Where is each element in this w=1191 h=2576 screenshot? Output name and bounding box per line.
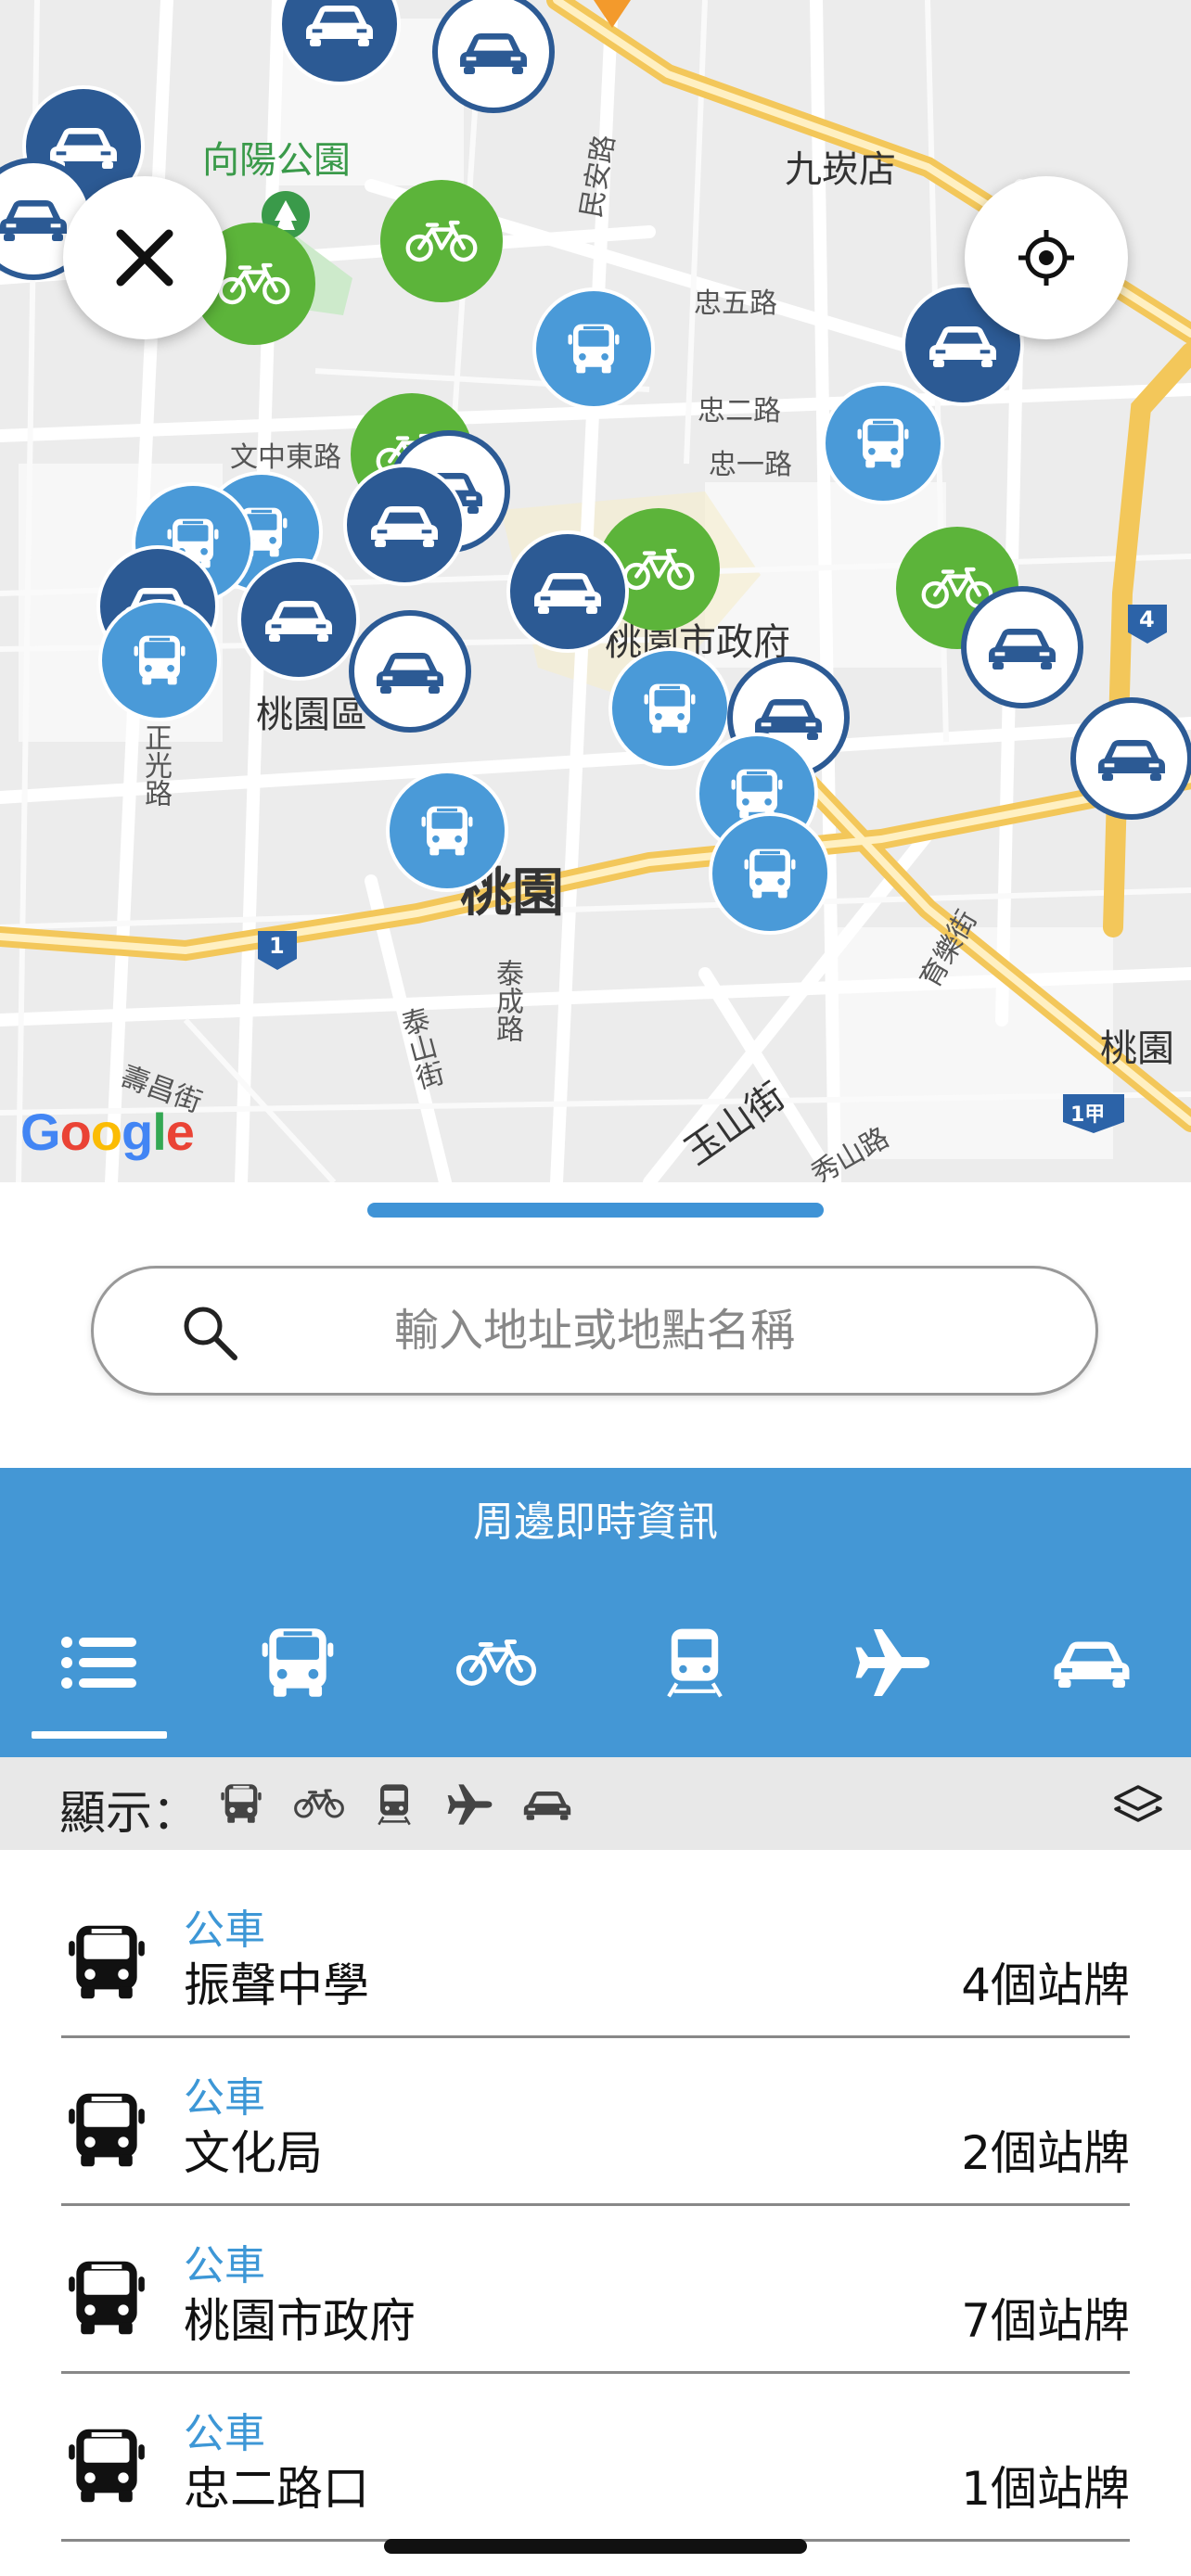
map-marker-car[interactable] — [506, 530, 629, 653]
map-label-park: 向陽公園 — [202, 139, 351, 182]
bus-icon — [416, 800, 478, 861]
list-item-name: 桃園市政府 — [184, 2294, 416, 2348]
bike-icon — [404, 218, 479, 264]
map-marker-car[interactable] — [237, 558, 360, 681]
tab-train[interactable] — [596, 1588, 794, 1737]
car-icon — [456, 27, 531, 77]
map-label-zhongwu: 忠五路 — [694, 287, 777, 320]
list-item-count: 7個站牌 — [961, 2294, 1130, 2348]
list-item-name: 文化局 — [184, 2126, 323, 2180]
tab-bus[interactable] — [198, 1588, 397, 1737]
car-icon — [531, 567, 605, 617]
bus-icon — [61, 2085, 152, 2175]
locate-icon — [1018, 230, 1074, 286]
list-item[interactable]: 公車 振聲中學 4個站牌 — [61, 1868, 1130, 2038]
map-marker-bus[interactable] — [386, 770, 508, 892]
map-label-taicheng: 泰成路 — [491, 959, 523, 1042]
sheet-drag-handle[interactable] — [367, 1203, 824, 1218]
map-label-taoyuanqu: 桃園區 — [256, 694, 367, 736]
home-indicator[interactable] — [384, 2539, 807, 2554]
tab-flight[interactable] — [794, 1588, 992, 1737]
tab-all[interactable] — [0, 1588, 198, 1737]
map-marker-car[interactable] — [1070, 697, 1191, 820]
map-view[interactable]: 向陽公園 九崁店 民安路 忠五路 忠二路 忠一路 文中東路 桃園市政府 桃園區 … — [0, 0, 1191, 1182]
train-icon — [656, 1621, 734, 1704]
bus-icon[interactable] — [217, 1779, 265, 1828]
bike-icon — [455, 1637, 538, 1689]
search-input[interactable]: 輸入地址或地點名稱 — [91, 1266, 1098, 1396]
car-icon[interactable] — [521, 1787, 573, 1822]
car-icon — [373, 646, 447, 696]
locate-me-button[interactable] — [965, 176, 1128, 339]
panel-title: 周邊即時資訊 — [473, 1498, 718, 1546]
list-item-count: 4個站牌 — [961, 1958, 1130, 2012]
display-filter-bar: 顯示： — [0, 1757, 1191, 1850]
car-icon — [1050, 1635, 1133, 1690]
list-icon — [61, 1637, 136, 1689]
map-marker-bus[interactable] — [98, 599, 221, 721]
list-item-type: 公車 — [184, 2410, 265, 2457]
list-item-count: 2個站牌 — [961, 2126, 1130, 2180]
list-item-name: 忠二路口 — [184, 2462, 369, 2516]
map-label-zhengguang: 正光路 — [139, 723, 172, 807]
bus-icon — [255, 1620, 340, 1705]
map-label-taoyuan-right: 桃園 — [1100, 1027, 1174, 1070]
bus-icon — [563, 318, 624, 379]
list-item[interactable]: 公車 桃園市政府 7個站牌 — [61, 2204, 1130, 2374]
car-icon — [367, 500, 442, 550]
bus-icon — [61, 2252, 152, 2343]
nearby-info-panel: 周邊即時資訊 — [0, 1468, 1191, 1757]
search-placeholder: 輸入地址或地點名稱 — [393, 1305, 795, 1357]
bottom-sheet: 輸入地址或地點名稱 周邊即時資訊 顯示： 公車 振聲中學 4個站牌 公車 文化局… — [0, 1182, 1191, 2576]
list-item-count: 1個站牌 — [961, 2462, 1130, 2516]
car-icon — [985, 622, 1059, 672]
bus-icon — [61, 2420, 152, 2511]
map-label-wenzhongdong: 文中東路 — [230, 441, 341, 474]
map-label-zhonger: 忠二路 — [698, 395, 781, 427]
car-icon — [302, 0, 377, 49]
map-marker-car[interactable] — [349, 610, 471, 733]
bus-icon — [129, 630, 190, 691]
map-label-jiukan: 九崁店 — [785, 148, 896, 191]
bus-icon — [852, 413, 914, 474]
map-label-zhongyi: 忠一路 — [709, 449, 792, 481]
tab-selected-indicator — [32, 1731, 167, 1739]
bus-icon — [61, 1917, 152, 2008]
bike-icon — [621, 546, 696, 593]
map-marker-bike[interactable] — [380, 180, 503, 302]
map-marker-bus[interactable] — [532, 287, 655, 410]
close-icon — [116, 229, 173, 287]
plane-icon — [852, 1621, 935, 1704]
route-shield-1jia: 1甲 — [1070, 1103, 1106, 1127]
bike-icon[interactable] — [293, 1787, 345, 1820]
layers-icon[interactable] — [1113, 1783, 1163, 1830]
tab-bike[interactable] — [397, 1588, 596, 1737]
map-marker-bus[interactable] — [709, 812, 831, 935]
list-item-type: 公車 — [184, 1906, 265, 1954]
list-item-name: 振聲中學 — [184, 1958, 369, 2012]
list-item-type: 公車 — [184, 2074, 265, 2122]
list-item[interactable]: 公車 文化局 2個站牌 — [61, 2036, 1130, 2206]
train-icon[interactable] — [371, 1779, 417, 1830]
car-icon — [0, 194, 70, 244]
list-item-type: 公車 — [184, 2242, 265, 2289]
plane-icon[interactable] — [445, 1779, 495, 1830]
car-icon — [1095, 733, 1169, 784]
route-shield-1: 1 — [269, 933, 285, 959]
route-shield-4: 4 — [1139, 606, 1155, 632]
list-item[interactable]: 公車 忠二路口 1個站牌 — [61, 2372, 1130, 2542]
display-filter-label: 顯示： — [59, 1786, 198, 1840]
bus-icon — [639, 678, 700, 739]
map-marker-car[interactable] — [961, 586, 1083, 708]
google-logo: Google — [20, 1103, 195, 1161]
map-marker-car[interactable] — [343, 464, 466, 586]
map-marker-bus[interactable] — [822, 382, 944, 504]
bus-icon — [739, 843, 800, 904]
tab-parking[interactable] — [992, 1588, 1191, 1737]
bike-icon — [217, 261, 291, 307]
car-icon — [262, 594, 336, 644]
car-icon — [926, 320, 1000, 370]
close-map-button[interactable] — [63, 176, 226, 339]
